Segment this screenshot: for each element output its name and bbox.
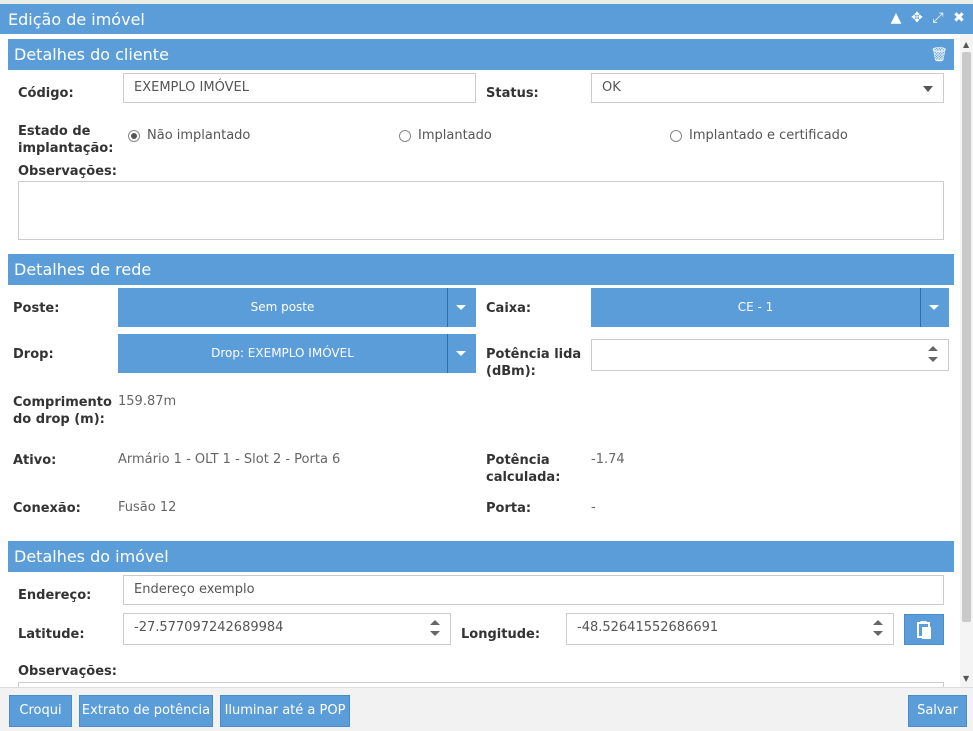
scrollbar-thumb[interactable] xyxy=(962,52,971,622)
network-details-header: Detalhes de rede xyxy=(8,254,954,285)
radio-label: Implantado xyxy=(418,128,492,143)
status-select[interactable]: OK xyxy=(591,73,944,103)
radio-label: Implantado e certificado xyxy=(689,128,848,143)
radio-circle xyxy=(399,129,411,142)
croqui-button[interactable]: Croqui xyxy=(9,695,72,727)
caixa-value: CE - 1 xyxy=(737,300,774,314)
radio-implantado[interactable]: Implantado xyxy=(399,128,492,143)
codigo-label: Código: xyxy=(18,86,74,101)
conexao-value: Fusão 12 xyxy=(118,500,177,515)
potencia-lida-label-line2: (dBm): xyxy=(486,364,536,379)
drop-dropdown[interactable]: Drop: EXEMPLO IMÓVEL xyxy=(118,334,476,373)
caixa-dropdown[interactable]: CE - 1 xyxy=(591,288,949,327)
potencia-calculada-value: -1.74 xyxy=(591,452,625,467)
status-label: Status: xyxy=(486,86,539,101)
clipboard-icon xyxy=(917,621,931,639)
potencia-calculada-label-line1: Potência xyxy=(486,453,550,468)
radio-label: Não implantado xyxy=(147,128,251,143)
chevron-down-icon xyxy=(456,305,466,310)
porta-label: Porta: xyxy=(486,501,532,516)
potencia-lida-label-line1: Potência lida xyxy=(486,347,582,362)
longitude-input[interactable]: -48.52641552686691 xyxy=(566,613,894,645)
comprimento-label-line1: Comprimento xyxy=(13,395,112,410)
section-title: Detalhes do cliente xyxy=(14,45,169,64)
estado-label-line2: implantação: xyxy=(18,141,114,156)
conexao-label: Conexão: xyxy=(13,501,81,516)
scroll-down-icon[interactable]: ▼ xyxy=(963,674,969,683)
radio-circle xyxy=(670,129,682,142)
spinner-icon[interactable] xyxy=(873,620,883,636)
potencia-calculada-label-line2: calculada: xyxy=(486,470,561,485)
scrollbar[interactable]: ▲ ▼ xyxy=(960,34,973,687)
observacoes-textarea[interactable] xyxy=(18,181,944,240)
dialog-title: Edição de imóvel xyxy=(8,10,145,29)
porta-value: - xyxy=(591,500,596,515)
chevron-down-icon xyxy=(923,86,933,92)
radio-nao-implantado[interactable]: Não implantado xyxy=(128,128,250,143)
latitude-label: Latitude: xyxy=(18,627,85,642)
radio-circle-checked xyxy=(128,129,140,142)
trash-icon[interactable]: 🗑 xyxy=(930,47,948,63)
poste-label: Poste: xyxy=(13,301,60,316)
poste-dropdown[interactable]: Sem poste xyxy=(118,288,476,327)
dialog-content: Detalhes do cliente 🗑 Código: EXEMPLO IM… xyxy=(0,34,960,687)
caixa-label: Caixa: xyxy=(486,301,532,316)
radio-implantado-certificado[interactable]: Implantado e certificado xyxy=(670,128,848,143)
section-title: Detalhes de rede xyxy=(14,260,152,279)
client-details-header: Detalhes do cliente 🗑 xyxy=(8,39,954,70)
edit-property-dialog: Edição de imóvel ▲ ✥ ⤢ ✖ Detalhes do cli… xyxy=(0,4,973,731)
longitude-value: -48.52641552686691 xyxy=(577,620,719,635)
latitude-input[interactable]: -27.577097242689984 xyxy=(123,613,451,645)
dialog-titlebar[interactable]: Edição de imóvel ▲ ✥ ⤢ ✖ xyxy=(0,4,973,34)
latitude-value: -27.577097242689984 xyxy=(134,620,284,635)
drop-value: Drop: EXEMPLO IMÓVEL xyxy=(211,346,354,360)
comprimento-label-line2: do drop (m): xyxy=(13,412,105,427)
potencia-lida-input[interactable] xyxy=(591,339,949,371)
collapse-icon[interactable]: ▲ xyxy=(888,10,904,26)
chevron-down-icon xyxy=(456,351,466,356)
poste-value: Sem poste xyxy=(250,300,315,314)
close-icon[interactable]: ✖ xyxy=(951,10,967,26)
observacoes-label: Observações: xyxy=(18,664,117,679)
endereco-label: Endereço: xyxy=(18,588,92,603)
dialog-footer: Croqui Extrato de potência Iluminar até … xyxy=(0,687,973,731)
longitude-label: Longitude: xyxy=(461,627,541,642)
comprimento-value: 159.87m xyxy=(118,394,177,409)
chevron-down-icon xyxy=(929,305,939,310)
spinner-icon[interactable] xyxy=(430,620,440,636)
drop-label: Drop: xyxy=(13,347,54,362)
spinner-icon[interactable] xyxy=(928,346,938,362)
scroll-up-icon[interactable]: ▲ xyxy=(963,40,969,49)
save-button[interactable]: Salvar xyxy=(908,695,967,727)
status-value: OK xyxy=(602,80,621,95)
extrato-potencia-button[interactable]: Extrato de potência xyxy=(79,695,213,727)
maximize-icon[interactable]: ⤢ xyxy=(930,10,946,26)
iluminar-pop-button[interactable]: Iluminar até a POP xyxy=(220,695,350,727)
codigo-input[interactable]: EXEMPLO IMÓVEL xyxy=(123,73,476,103)
observacoes-label: Observações: xyxy=(18,164,117,179)
property-details-header: Detalhes do imóvel xyxy=(8,541,954,572)
move-icon[interactable]: ✥ xyxy=(909,10,925,26)
dropdown-separator xyxy=(920,288,921,327)
ativo-value: Armário 1 - OLT 1 - Slot 2 - Porta 6 xyxy=(118,452,341,467)
dropdown-separator xyxy=(447,288,448,327)
estado-label-line1: Estado de xyxy=(18,124,91,139)
dropdown-separator xyxy=(447,334,448,373)
paste-coordinates-button[interactable] xyxy=(904,614,944,645)
titlebar-controls: ▲ ✥ ⤢ ✖ xyxy=(888,10,967,26)
ativo-label: Ativo: xyxy=(13,453,57,468)
section-title: Detalhes do imóvel xyxy=(14,547,169,566)
endereco-input[interactable]: Endereço exemplo xyxy=(123,575,944,605)
